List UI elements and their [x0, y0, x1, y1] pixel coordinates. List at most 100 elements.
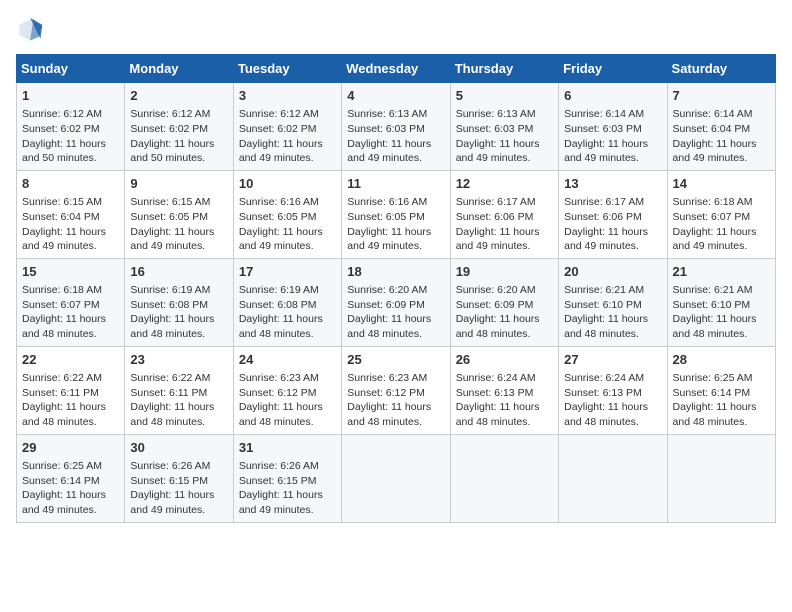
day-number: 22 [22, 351, 119, 369]
calendar-cell: 16 Sunrise: 6:19 AMSunset: 6:08 PMDayligh… [125, 258, 233, 346]
calendar-week-row: 8Sunrise: 6:15 AMSunset: 6:04 PMDaylight… [17, 170, 776, 258]
cell-line: Daylight: 11 hours [130, 312, 227, 327]
day-number: 13 [564, 175, 661, 193]
cell-line: Sunset: 6:05 PM [130, 210, 227, 225]
cell-line: Sunset: 6:06 PM [456, 210, 553, 225]
calendar-cell [667, 434, 775, 522]
day-number: 4 [347, 87, 444, 105]
calendar-cell: 17Sunrise: 6:19 AMSunset: 6:08 PMDayligh… [233, 258, 341, 346]
cell-line: and 49 minutes. [347, 151, 444, 166]
cell-line: Sunrise: 6:17 AM [456, 195, 553, 210]
cell-line: Sunset: 6:13 PM [456, 386, 553, 401]
day-number: 5 [456, 87, 553, 105]
day-number: 2 [130, 87, 227, 105]
cell-line: Daylight: 11 hours [239, 488, 336, 503]
cell-line: Daylight: 11 hours [456, 400, 553, 415]
calendar-cell: 23Sunrise: 6:22 AMSunset: 6:11 PMDayligh… [125, 346, 233, 434]
calendar-cell [450, 434, 558, 522]
cell-line: Sunrise: 6:25 AM [22, 459, 119, 474]
cell-line: Sunrise: 6:22 AM [130, 371, 227, 386]
cell-line: and 48 minutes. [130, 327, 227, 342]
cell-line: Daylight: 11 hours [347, 312, 444, 327]
cell-line: Daylight: 11 hours [673, 225, 770, 240]
calendar-cell: 15Sunrise: 6:18 AMSunset: 6:07 PMDayligh… [17, 258, 125, 346]
cell-line: Daylight: 11 hours [239, 225, 336, 240]
calendar-cell: 8Sunrise: 6:15 AMSunset: 6:04 PMDaylight… [17, 170, 125, 258]
calendar-cell: 13Sunrise: 6:17 AMSunset: 6:06 PMDayligh… [559, 170, 667, 258]
calendar-cell: 31Sunrise: 6:26 AMSunset: 6:15 PMDayligh… [233, 434, 341, 522]
day-number: 8 [22, 175, 119, 193]
cell-line: and 49 minutes. [564, 151, 661, 166]
calendar-cell: 10Sunrise: 6:16 AMSunset: 6:05 PMDayligh… [233, 170, 341, 258]
cell-line: Sunset: 6:09 PM [347, 298, 444, 313]
cell-line: Daylight: 11 hours [564, 225, 661, 240]
cell-line: Sunrise: 6:13 AM [456, 107, 553, 122]
calendar-cell: 22Sunrise: 6:22 AMSunset: 6:11 PMDayligh… [17, 346, 125, 434]
header-wednesday: Wednesday [342, 55, 450, 83]
cell-line: and 48 minutes. [673, 327, 770, 342]
calendar-cell: 25Sunrise: 6:23 AMSunset: 6:12 PMDayligh… [342, 346, 450, 434]
cell-line: Sunrise: 6:20 AM [456, 283, 553, 298]
cell-line: Sunrise: 6:21 AM [673, 283, 770, 298]
cell-line: Sunrise: 6:23 AM [239, 371, 336, 386]
day-number: 20 [564, 263, 661, 281]
calendar-cell: 14Sunrise: 6:18 AMSunset: 6:07 PMDayligh… [667, 170, 775, 258]
day-number: 19 [456, 263, 553, 281]
cell-line: Sunrise: 6:18 AM [22, 283, 119, 298]
calendar-week-row: 15Sunrise: 6:18 AMSunset: 6:07 PMDayligh… [17, 258, 776, 346]
cell-line: Sunset: 6:08 PM [130, 298, 227, 313]
day-number: 16 [130, 263, 227, 281]
cell-line: and 48 minutes. [239, 327, 336, 342]
cell-line: Sunrise: 6:19 AM [130, 283, 227, 298]
cell-line: Daylight: 11 hours [673, 137, 770, 152]
calendar-cell: 12Sunrise: 6:17 AMSunset: 6:06 PMDayligh… [450, 170, 558, 258]
cell-line: Daylight: 11 hours [130, 400, 227, 415]
cell-line: and 48 minutes. [22, 415, 119, 430]
day-number: 30 [130, 439, 227, 457]
cell-line: Daylight: 11 hours [130, 225, 227, 240]
cell-line: Sunrise: 6:12 AM [22, 107, 119, 122]
cell-line: and 50 minutes. [22, 151, 119, 166]
day-number: 15 [22, 263, 119, 281]
day-number: 24 [239, 351, 336, 369]
cell-line: Sunrise: 6:12 AM [239, 107, 336, 122]
calendar-week-row: 22Sunrise: 6:22 AMSunset: 6:11 PMDayligh… [17, 346, 776, 434]
cell-line: Daylight: 11 hours [564, 400, 661, 415]
cell-line: Daylight: 11 hours [22, 400, 119, 415]
calendar-week-row: 1Sunrise: 6:12 AMSunset: 6:02 PMDaylight… [17, 83, 776, 171]
cell-line: Sunrise: 6:26 AM [239, 459, 336, 474]
cell-line: Daylight: 11 hours [239, 137, 336, 152]
cell-line: Sunrise: 6:18 AM [673, 195, 770, 210]
cell-line: Sunset: 6:15 PM [239, 474, 336, 489]
day-number: 27 [564, 351, 661, 369]
cell-line: Sunset: 6:03 PM [347, 122, 444, 137]
calendar-cell: 19Sunrise: 6:20 AMSunset: 6:09 PMDayligh… [450, 258, 558, 346]
cell-line: Sunset: 6:14 PM [22, 474, 119, 489]
header-monday: Monday [125, 55, 233, 83]
cell-line: and 49 minutes. [673, 151, 770, 166]
cell-line: Sunset: 6:06 PM [564, 210, 661, 225]
cell-line: Sunrise: 6:21 AM [564, 283, 661, 298]
cell-line: Daylight: 11 hours [347, 137, 444, 152]
cell-line: and 48 minutes. [239, 415, 336, 430]
calendar-cell [342, 434, 450, 522]
cell-line: Sunset: 6:15 PM [130, 474, 227, 489]
cell-line: and 48 minutes. [130, 415, 227, 430]
day-number: 6 [564, 87, 661, 105]
cell-line: and 49 minutes. [22, 503, 119, 518]
cell-line: Sunset: 6:02 PM [22, 122, 119, 137]
day-number: 23 [130, 351, 227, 369]
cell-line: and 49 minutes. [456, 239, 553, 254]
cell-line: Daylight: 11 hours [130, 137, 227, 152]
cell-line: Daylight: 11 hours [673, 312, 770, 327]
cell-line: Sunrise: 6:12 AM [130, 107, 227, 122]
cell-line: Sunrise: 6:23 AM [347, 371, 444, 386]
cell-line: Daylight: 11 hours [564, 137, 661, 152]
day-number: 3 [239, 87, 336, 105]
header-sunday: Sunday [17, 55, 125, 83]
calendar-cell: 27Sunrise: 6:24 AMSunset: 6:13 PMDayligh… [559, 346, 667, 434]
day-number: 26 [456, 351, 553, 369]
calendar-cell: 29Sunrise: 6:25 AMSunset: 6:14 PMDayligh… [17, 434, 125, 522]
calendar-cell: 28Sunrise: 6:25 AMSunset: 6:14 PMDayligh… [667, 346, 775, 434]
cell-line: Daylight: 11 hours [239, 400, 336, 415]
